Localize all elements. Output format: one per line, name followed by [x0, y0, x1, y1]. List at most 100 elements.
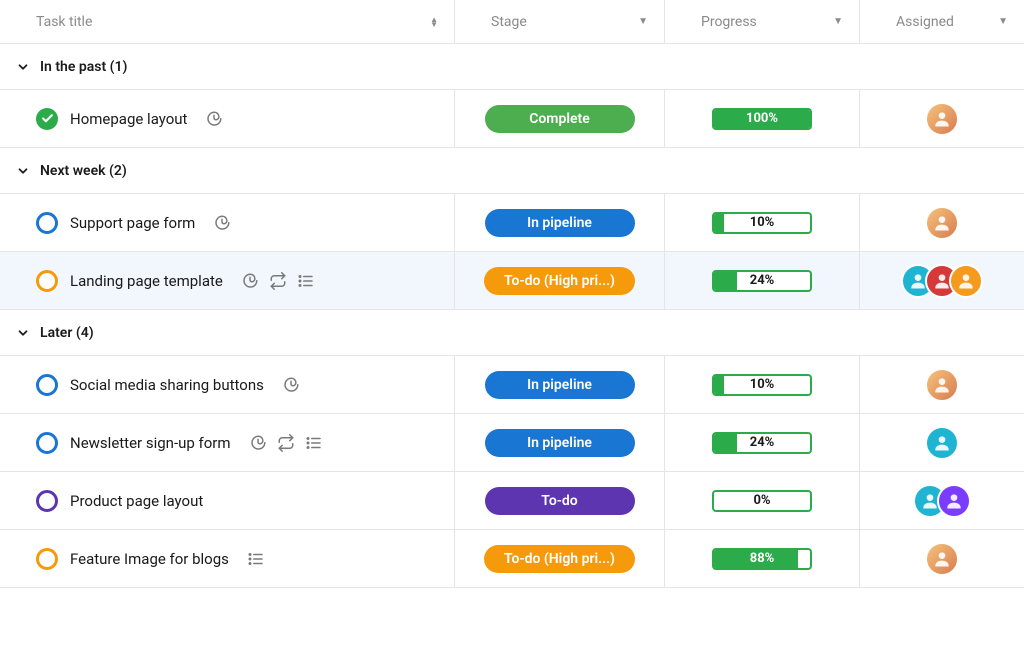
avatar-group [925, 206, 959, 240]
repeat-icon[interactable] [277, 434, 295, 452]
chevron-down-icon[interactable] [16, 326, 30, 340]
stage-cell[interactable]: To-do (High pri...) [455, 252, 665, 309]
list-icon[interactable] [305, 434, 323, 452]
group-label: In the past (1) [40, 59, 127, 75]
attachment-icon[interactable] [205, 110, 223, 128]
dropdown-icon[interactable]: ▼ [638, 16, 648, 27]
dropdown-icon[interactable]: ▼ [998, 16, 1008, 27]
assigned-cell[interactable] [860, 472, 1024, 529]
status-ring-icon[interactable] [36, 212, 58, 234]
avatar-group [925, 368, 959, 402]
status-complete-icon[interactable] [36, 108, 58, 130]
progress-cell[interactable]: 88% [665, 530, 860, 587]
stage-pill[interactable]: In pipeline [485, 429, 635, 457]
task-icons [247, 550, 265, 568]
progress-cell[interactable]: 10% [665, 356, 860, 413]
stage-cell[interactable]: In pipeline [455, 194, 665, 251]
stage-cell[interactable]: Complete [455, 90, 665, 147]
avatar[interactable] [937, 484, 971, 518]
group-header[interactable]: In the past (1) [0, 44, 1024, 90]
task-icons [282, 376, 300, 394]
stage-pill[interactable]: To-do (High pri...) [484, 267, 635, 295]
column-label: Stage [491, 14, 527, 30]
task-title-cell[interactable]: Homepage layout [0, 90, 455, 147]
task-title-cell[interactable]: Social media sharing buttons [0, 356, 455, 413]
stage-pill[interactable]: In pipeline [485, 371, 635, 399]
column-label: Progress [701, 14, 757, 30]
group-label: Next week (2) [40, 163, 127, 179]
progress-cell[interactable]: 10% [665, 194, 860, 251]
list-icon[interactable] [297, 272, 315, 290]
progress-cell[interactable]: 24% [665, 252, 860, 309]
progress-bar: 10% [712, 212, 812, 234]
task-row[interactable]: Social media sharing buttons In pipeline 1… [0, 356, 1024, 414]
column-header-stage[interactable]: Stage ▼ [455, 0, 665, 43]
stage-pill[interactable]: To-do (High pri...) [484, 545, 635, 573]
task-title-cell[interactable]: Landing page template [0, 252, 455, 309]
progress-cell[interactable]: 100% [665, 90, 860, 147]
attachment-icon[interactable] [282, 376, 300, 394]
attachment-icon[interactable] [241, 272, 259, 290]
status-ring-icon[interactable] [36, 490, 58, 512]
stage-cell[interactable]: To-do (High pri...) [455, 530, 665, 587]
task-row[interactable]: Product page layout To-do 0% [0, 472, 1024, 530]
attachment-icon[interactable] [213, 214, 231, 232]
repeat-icon[interactable] [269, 272, 287, 290]
status-ring-icon[interactable] [36, 432, 58, 454]
chevron-down-icon[interactable] [16, 60, 30, 74]
table-header-row: Task title ▲▼ Stage ▼ Progress ▼ Assigne… [0, 0, 1024, 44]
progress-cell[interactable]: 24% [665, 414, 860, 471]
task-row[interactable]: Homepage layout Complete 100% [0, 90, 1024, 148]
progress-bar: 0% [712, 490, 812, 512]
status-ring-icon[interactable] [36, 270, 58, 292]
assigned-cell[interactable] [860, 530, 1024, 587]
task-row[interactable]: Newsletter sign-up form In pipeline 24% [0, 414, 1024, 472]
task-row[interactable]: Landing page template To-do (High pri...)… [0, 252, 1024, 310]
progress-label: 88% [714, 550, 810, 568]
progress-cell[interactable]: 0% [665, 472, 860, 529]
avatar[interactable] [925, 102, 959, 136]
assigned-cell[interactable] [860, 90, 1024, 147]
avatar-group [925, 542, 959, 576]
assigned-cell[interactable] [860, 194, 1024, 251]
progress-bar: 100% [712, 108, 812, 130]
task-title-cell[interactable]: Newsletter sign-up form [0, 414, 455, 471]
avatar[interactable] [925, 206, 959, 240]
avatar[interactable] [925, 426, 959, 460]
stage-pill[interactable]: To-do [485, 487, 635, 515]
progress-bar: 24% [712, 270, 812, 292]
status-ring-icon[interactable] [36, 374, 58, 396]
task-title-cell[interactable]: Product page layout [0, 472, 455, 529]
status-ring-icon[interactable] [36, 548, 58, 570]
task-row[interactable]: Feature Image for blogs To-do (High pri..… [0, 530, 1024, 588]
assigned-cell[interactable] [860, 356, 1024, 413]
assigned-cell[interactable] [860, 252, 1024, 309]
task-title-cell[interactable]: Support page form [0, 194, 455, 251]
stage-cell[interactable]: In pipeline [455, 414, 665, 471]
task-icons [213, 214, 231, 232]
chevron-down-icon[interactable] [16, 164, 30, 178]
progress-label: 24% [714, 272, 810, 290]
column-header-assigned[interactable]: Assigned ▼ [860, 0, 1024, 43]
stage-cell[interactable]: In pipeline [455, 356, 665, 413]
task-row[interactable]: Support page form In pipeline 10% [0, 194, 1024, 252]
column-header-progress[interactable]: Progress ▼ [665, 0, 860, 43]
group-header[interactable]: Later (4) [0, 310, 1024, 356]
list-icon[interactable] [247, 550, 265, 568]
avatar[interactable] [925, 542, 959, 576]
group-label: Later (4) [40, 325, 94, 341]
task-title-cell[interactable]: Feature Image for blogs [0, 530, 455, 587]
stage-pill[interactable]: Complete [485, 105, 635, 133]
task-title-text: Newsletter sign-up form [70, 434, 231, 452]
dropdown-icon[interactable]: ▼ [833, 16, 843, 27]
stage-cell[interactable]: To-do [455, 472, 665, 529]
avatar[interactable] [925, 368, 959, 402]
assigned-cell[interactable] [860, 414, 1024, 471]
sort-icon[interactable]: ▲▼ [430, 17, 438, 27]
progress-label: 10% [714, 376, 810, 394]
stage-pill[interactable]: In pipeline [485, 209, 635, 237]
group-header[interactable]: Next week (2) [0, 148, 1024, 194]
column-header-task-title[interactable]: Task title ▲▼ [0, 0, 455, 43]
avatar[interactable] [949, 264, 983, 298]
attachment-icon[interactable] [249, 434, 267, 452]
